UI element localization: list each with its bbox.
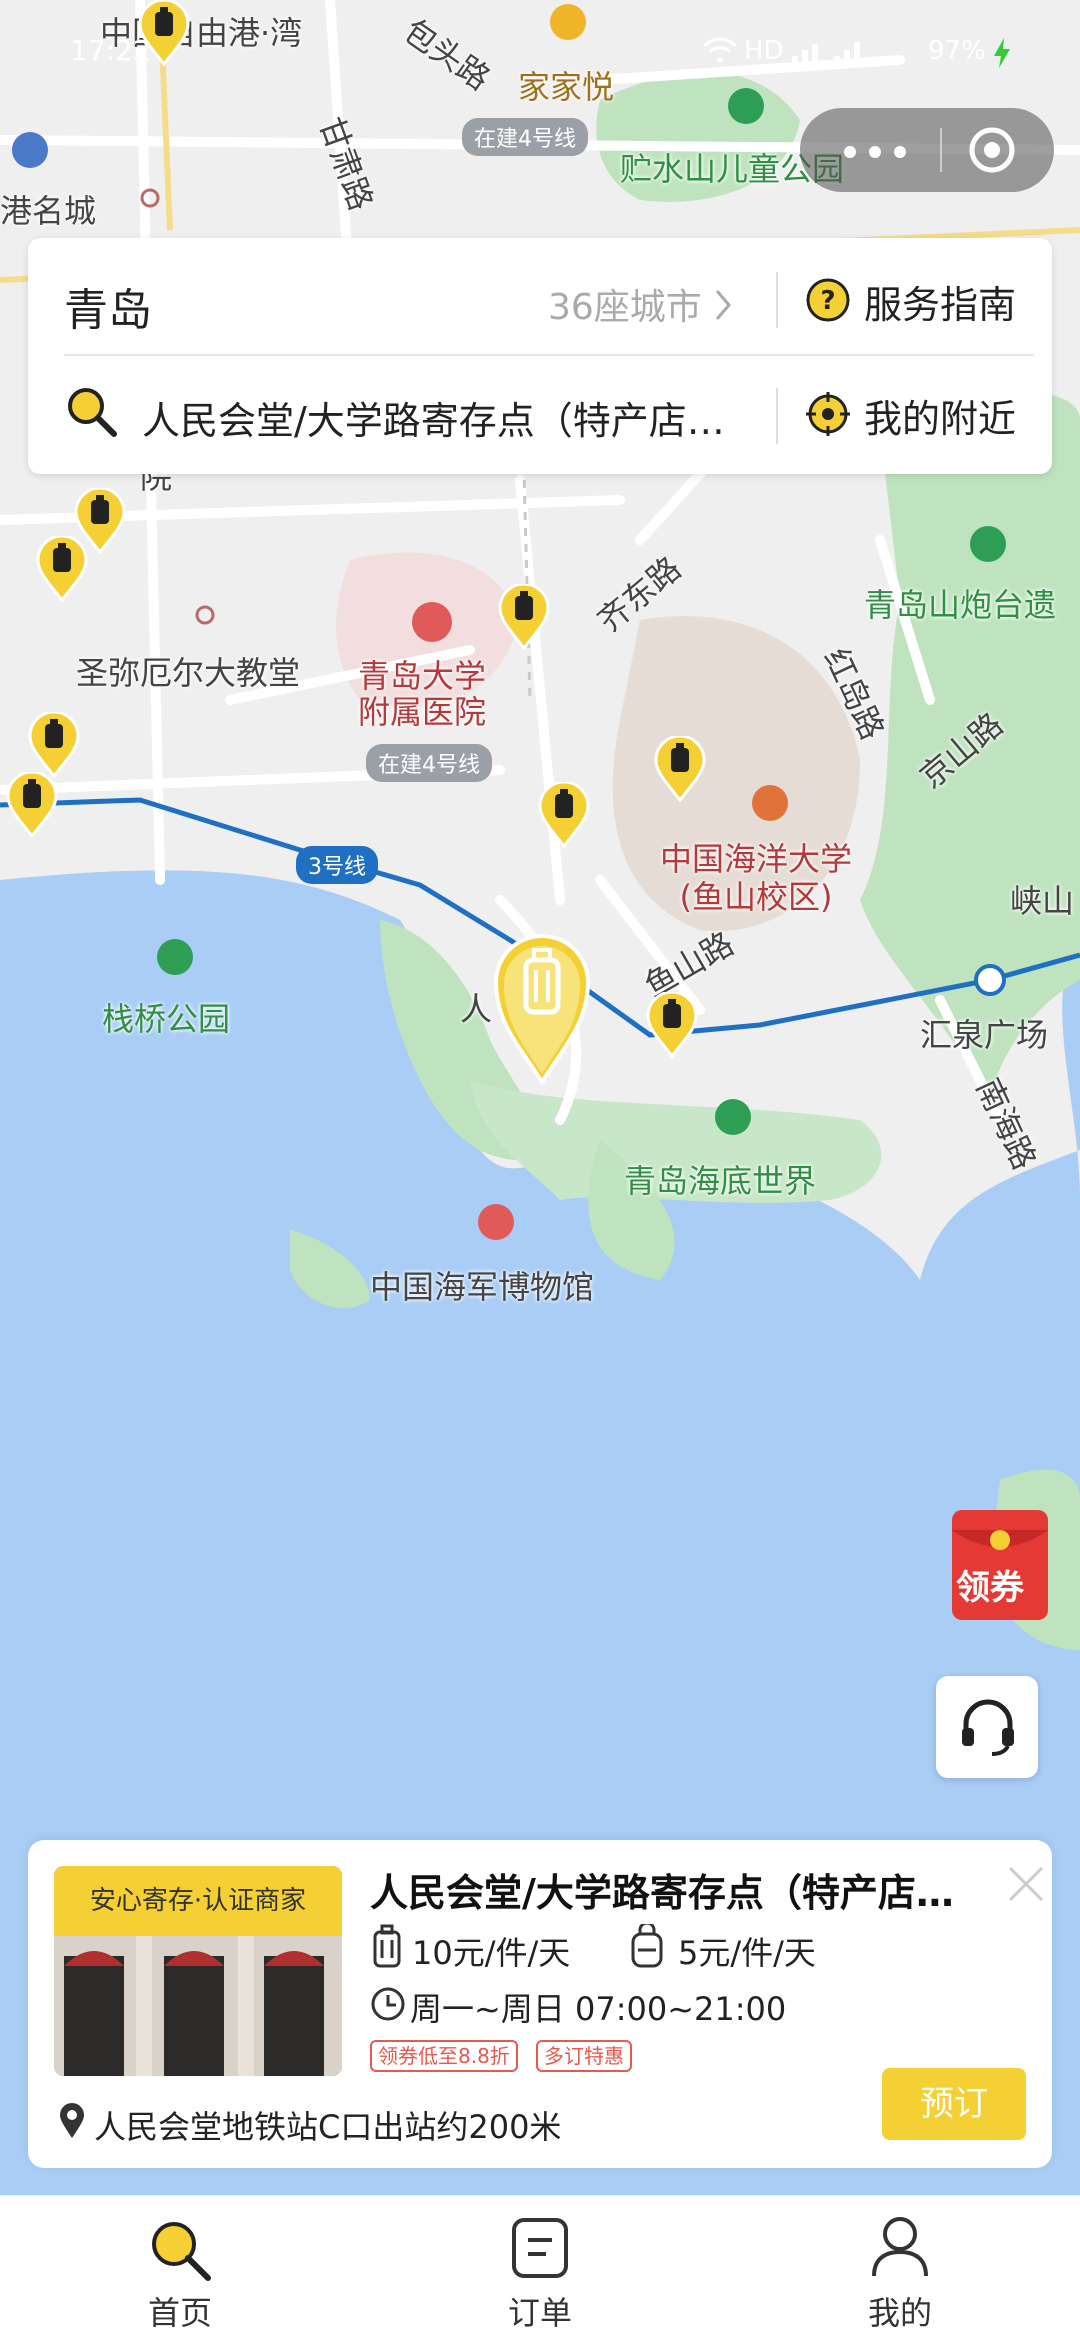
map-label-line4-construction: 在建4号线 [462,118,588,156]
city-count-label: 36座城市 [548,287,702,328]
divider [776,388,778,444]
price-luggage: 10元/件/天 [412,1934,571,1972]
status-network: HD [744,36,784,66]
profile-icon [870,2214,930,2284]
battery-text: 97% [928,36,986,66]
map-label-navy-museum: 中国海军博物馆 [370,1268,595,1306]
nearby-label: 我的附近 [864,397,1017,441]
nav-home-label: 首页 [147,2294,212,2332]
luggage-marker[interactable] [652,734,708,806]
nav-home[interactable]: 首页 [0,2196,360,2341]
map-label-st-michael: 圣弥厄尔大教堂 [76,654,301,692]
luggage-icon [370,1924,404,1974]
bottom-nav: 首页 订单 我的 [0,2195,1080,2341]
map-label-line4-construction-2: 在建4号线 [366,744,492,782]
map-label-zhanqiao-park: 栈桥公园 [102,1000,231,1038]
wifi-icon [700,36,740,73]
city-count-link[interactable]: 36座城市 [548,278,733,332]
city-selector[interactable]: 青岛 [64,274,152,338]
divider [776,272,778,328]
luggage-marker[interactable] [4,770,60,842]
store-photo: 安心寄存·认证商家 [54,1866,342,2076]
store-address: 人民会堂地铁站C口出站约200米 [94,2108,562,2146]
status-time: 17:22 [70,34,151,67]
nav-orders[interactable]: 订单 [360,2196,720,2341]
luggage-marker[interactable] [536,780,592,852]
locate-icon [804,390,852,442]
luggage-marker[interactable] [496,582,552,654]
selected-luggage-marker[interactable] [490,926,594,1090]
service-guide-label: 服务指南 [864,283,1017,327]
nav-profile-label: 我的 [867,2294,932,2332]
capsule-menu[interactable] [800,108,1054,192]
map-label-paotai: 青岛山炮台遗 [864,586,1057,624]
luggage-marker[interactable] [34,534,90,606]
map-label-ocean-university: 中国海洋大学 (鱼山校区) [660,840,853,916]
clock-icon [370,1986,406,2026]
capsule-divider [940,128,942,172]
map-label-gangmingcheng: 港名城 [0,192,97,230]
store-hours: 周一~周日 07:00~21:00 [410,1990,787,2028]
search-input[interactable]: 人民会堂/大学路寄存点（特产店… [142,390,782,445]
store-name: 人民会堂/大学路寄存点（特产店… [370,1871,954,1915]
chevron-right-icon [713,287,733,332]
order-icon [510,2216,570,2284]
question-icon: ? [804,276,852,328]
nav-orders-label: 订单 [507,2294,572,2332]
map-label-xiashan: 峡山 [1010,882,1075,920]
map-label-huiquan-square: 汇泉广场 [920,1016,1049,1054]
search-icon [146,2216,216,2286]
discount-tag: 领券低至8.8折 [370,2040,518,2072]
search-icon [64,384,118,442]
more-dots-icon[interactable] [840,144,910,163]
customer-service-button[interactable] [936,1676,1038,1778]
map-label-people-hall-short: 人 [460,990,493,1028]
certified-badge: 安心寄存·认证商家 [54,1866,342,1936]
luggage-marker[interactable] [644,990,700,1062]
map-label-metro-line3: 3号线 [296,846,378,884]
status-bar: 17:22 HD 97% [0,0,1080,86]
location-pin-icon [58,2102,86,2144]
signal-icon [790,38,870,73]
close-miniapp-icon[interactable] [964,122,1020,182]
nav-profile[interactable]: 我的 [720,2196,1080,2341]
price-bag: 5元/件/天 [678,1934,816,1972]
promo-tag: 多订特惠 [536,2040,632,2072]
divider [64,354,1034,356]
book-button[interactable]: 预订 [882,2068,1026,2140]
store-card[interactable]: 安心寄存·认证商家 人民会堂/大学路寄存点（特产店… 10元/件/天 5元/件/… [28,1840,1052,2168]
coupon-label: 领券 [956,1568,1024,1608]
map-label-qingdao-hospital: 青岛大学 附属医院 [358,657,487,731]
close-icon[interactable] [1006,1864,1046,1908]
headset-icon [956,1694,1020,1762]
coupon-button[interactable]: 领券 [946,1500,1076,1630]
search-panel: 青岛 36座城市 ? 服务指南 人民会堂/大学路寄存点（特产店… 我的附近 [28,238,1052,474]
svg-text:?: ? [820,286,835,316]
charging-icon [990,36,1014,77]
backpack-icon [628,1921,666,1974]
map-label-haidi-world: 青岛海底世界 [624,1162,817,1200]
